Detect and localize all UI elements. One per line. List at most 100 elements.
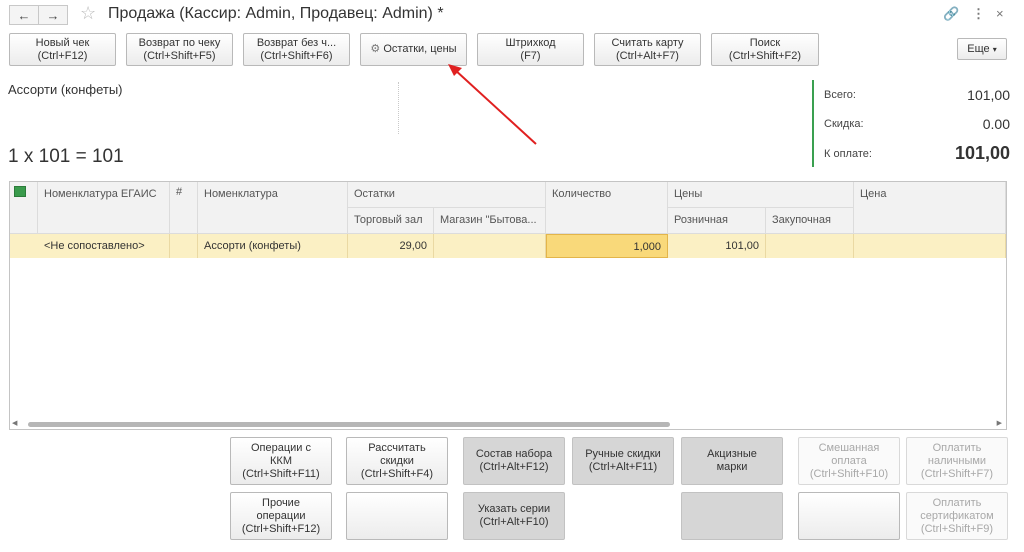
button-label: Оплатить: [932, 441, 982, 454]
other-operations-button[interactable]: Прочие операции (Ctrl+Shift+F12): [230, 492, 332, 540]
empty-button[interactable]: [346, 492, 448, 540]
manual-discounts-button[interactable]: Ручные скидки (Ctrl+Alt+F11): [572, 437, 674, 485]
button-shortcut: (Ctrl+Shift+F11): [242, 467, 320, 480]
button-label: Ручные скидки: [585, 448, 661, 460]
return-without-receipt-button[interactable]: Возврат без ч... (Ctrl+Shift+F6): [243, 33, 350, 66]
button-label: скидки: [380, 454, 414, 467]
button-label: операции: [256, 509, 306, 522]
column-header-stock[interactable]: Остатки: [348, 182, 546, 208]
cell-egais[interactable]: <Не сопоставлено>: [10, 234, 170, 258]
table-icon-column[interactable]: [10, 182, 38, 234]
column-header-stock-hall[interactable]: Торговый зал: [348, 208, 434, 234]
cell-hash[interactable]: [170, 234, 198, 258]
forward-button[interactable]: →: [38, 5, 68, 25]
column-header-retail[interactable]: Розничная: [668, 208, 766, 234]
button-shortcut: (Ctrl+F12): [37, 50, 88, 62]
column-header-prices[interactable]: Цены: [668, 182, 854, 208]
discount-label: Скидка:: [824, 118, 864, 130]
cell-purchase[interactable]: [766, 234, 854, 258]
column-header-stock-store[interactable]: Магазин "Бытова...: [434, 208, 546, 234]
button-label: Оплатить: [932, 496, 982, 509]
button-label: наличными: [927, 454, 987, 467]
cell-quantity[interactable]: 1,000: [546, 234, 668, 258]
more-button[interactable]: Еще ▾: [957, 38, 1007, 60]
cell-stock-store[interactable]: [434, 234, 546, 258]
pay-cash-button[interactable]: Оплатить наличными (Ctrl+Shift+F7): [906, 437, 1008, 485]
excise-stamps-button[interactable]: Акцизные марки: [681, 437, 783, 485]
cell-price[interactable]: [854, 234, 1006, 258]
button-label: Остатки, цены: [383, 43, 457, 55]
button-label: Возврат по чеку: [138, 37, 221, 49]
button-label: Акцизные: [707, 448, 757, 460]
button-label: Новый чек: [35, 37, 90, 49]
to-pay-value: 101,00: [954, 143, 1010, 163]
column-header-hash[interactable]: #: [170, 182, 198, 234]
return-by-receipt-button[interactable]: Возврат по чеку (Ctrl+Shift+F5): [126, 33, 233, 66]
button-label: Смешанная: [818, 441, 880, 454]
total-label: Всего:: [824, 89, 856, 101]
specify-series-button[interactable]: Указать серии (Ctrl+Alt+F10): [463, 492, 565, 540]
favorite-star-icon[interactable]: ☆: [80, 3, 96, 24]
button-shortcut: (Ctrl+Alt+F12): [479, 461, 549, 473]
button-label: Возврат без ч...: [256, 37, 337, 49]
cell-stock-hall[interactable]: 29,00: [348, 234, 434, 258]
empty-button[interactable]: [798, 492, 900, 540]
button-shortcut: (Ctrl+Shift+F9): [920, 522, 994, 535]
column-header-purchase[interactable]: Закупочная: [766, 208, 854, 234]
scrollbar-thumb[interactable]: [28, 422, 670, 427]
column-header-quantity[interactable]: Количество: [546, 182, 668, 234]
button-label: Операции с: [250, 441, 311, 454]
button-shortcut: (Ctrl+Shift+F12): [241, 522, 321, 535]
current-product-name: Ассорти (конфеты): [8, 82, 123, 97]
divider: [398, 82, 399, 134]
empty-button[interactable]: [681, 492, 783, 540]
gear-icon: ⚙: [370, 43, 381, 55]
button-label: Указать серии: [477, 503, 551, 515]
column-header-egais[interactable]: Номенклатура ЕГАИС: [38, 182, 170, 234]
button-label: Штрихкод: [505, 37, 556, 49]
button-label: Поиск: [749, 37, 781, 49]
arrow-left-icon: ←: [17, 7, 31, 23]
button-shortcut: (Ctrl+Alt+F11): [588, 461, 658, 473]
close-icon[interactable]: ×: [996, 6, 1004, 21]
new-receipt-button[interactable]: Новый чек (Ctrl+F12): [9, 33, 116, 66]
search-button[interactable]: Поиск (Ctrl+Shift+F2): [711, 33, 819, 66]
button-label: марки: [716, 461, 748, 473]
scroll-right-icon[interactable]: ▶: [997, 419, 1002, 427]
items-table[interactable]: Номенклатура ЕГАИС # Номенклатура Остатк…: [9, 181, 1007, 430]
arrow-right-icon: →: [46, 7, 60, 23]
button-label: Рассчитать: [368, 441, 426, 454]
calculate-discounts-button[interactable]: Рассчитать скидки (Ctrl+Shift+F4): [346, 437, 448, 485]
mixed-payment-button[interactable]: Смешанная оплата (Ctrl+Shift+F10): [798, 437, 900, 485]
discount-value: 0.00: [982, 116, 1010, 132]
kkm-operations-button[interactable]: Операции с ККМ (Ctrl+Shift+F11): [230, 437, 332, 485]
pay-certificate-button[interactable]: Оплатить сертификатом (Ctrl+Shift+F9): [906, 492, 1008, 540]
button-shortcut: (Ctrl+Shift+F2): [728, 50, 802, 62]
chevron-down-icon: ▾: [992, 45, 997, 54]
calculation-display: 1 x 101 = 101: [8, 146, 124, 167]
button-label: оплата: [831, 454, 867, 467]
button-label: сертификатом: [920, 509, 994, 522]
button-shortcut: (Ctrl+Alt+F10): [479, 516, 549, 528]
button-shortcut: (Ctrl+Shift+F5): [143, 50, 216, 62]
table-row[interactable]: <Не сопоставлено> Ассорти (конфеты) 29,0…: [10, 234, 1006, 258]
link-icon[interactable]: 🔗: [943, 6, 959, 22]
more-vertical-icon[interactable]: ⋮: [972, 6, 985, 22]
spreadsheet-icon: [14, 186, 26, 197]
button-shortcut: (Ctrl+Shift+F7): [920, 467, 994, 480]
cell-retail[interactable]: 101,00: [668, 234, 766, 258]
set-composition-button[interactable]: Состав набора (Ctrl+Alt+F12): [463, 437, 565, 485]
button-label: Состав набора: [475, 448, 553, 460]
total-value: 101,00: [967, 87, 1010, 103]
column-header-price[interactable]: Цена: [854, 182, 1006, 234]
totals-panel: Всего: 101,00 Скидка: 0.00 К оплате: 101…: [812, 80, 1014, 167]
column-header-nomenclature[interactable]: Номенклатура: [198, 182, 348, 234]
button-shortcut: (Ctrl+Alt+F7): [616, 50, 679, 62]
read-card-button[interactable]: Считать карту (Ctrl+Alt+F7): [594, 33, 701, 66]
cell-nomenclature[interactable]: Ассорти (конфеты): [198, 234, 348, 258]
button-label: Прочие: [262, 496, 300, 509]
horizontal-scrollbar[interactable]: ◀ ▶: [10, 419, 1006, 429]
scroll-left-icon[interactable]: ◀: [12, 419, 17, 427]
back-button[interactable]: ←: [9, 5, 39, 25]
button-shortcut: (Ctrl+Shift+F6): [260, 50, 333, 62]
